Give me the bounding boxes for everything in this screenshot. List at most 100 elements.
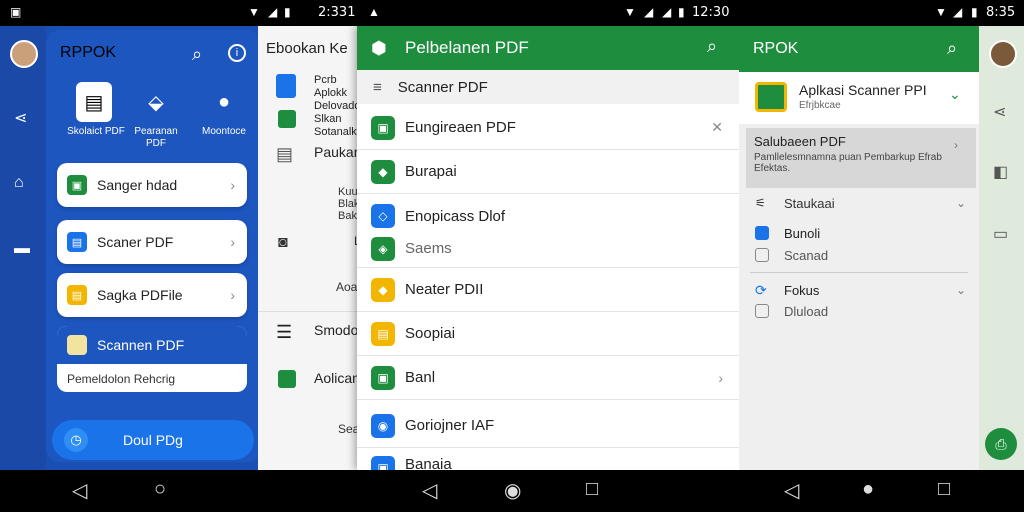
selected-item[interactable]: Scannen PDF (57, 326, 247, 364)
notification-icon: ▣ (10, 5, 22, 19)
drawer-row[interactable]: ◉ Goriojner IAF (357, 404, 739, 448)
doc-icon: ▤ (276, 144, 294, 164)
chevron-down-icon[interactable]: ⌄ (956, 196, 966, 210)
chevron-down-icon[interactable]: ⌄ (956, 283, 966, 297)
home-icon[interactable]: ○ (154, 478, 166, 501)
recents-icon[interactable]: □ (938, 478, 950, 501)
back-icon[interactable]: ◁ (72, 478, 87, 503)
list-icon: ☰ (276, 322, 293, 342)
home-icon[interactable]: ◉ (504, 478, 521, 503)
search-icon[interactable]: ⌕ (707, 36, 717, 57)
divider (258, 311, 368, 312)
drawer-row[interactable]: ◈ Saems (357, 230, 739, 268)
status-bar: ▣ ▼ ◢ ▮ 2:331 ▲ ▼ ◢ ◢ ▮ 12:30 ▼ ◢ ▮ 8:35 (0, 0, 1024, 26)
signal-icon: ◢ (268, 5, 278, 19)
drawer-row[interactable]: ▣ Banl › (357, 356, 739, 400)
panel-background-list: Ebookan Ke Pcrb Aplokk Delovadoo Slkan S… (258, 26, 368, 470)
battery-icon: ▮ (971, 5, 978, 19)
close-icon[interactable]: ✕ (711, 119, 723, 136)
right-header: RPOK ⌕ (739, 26, 979, 72)
recents-icon[interactable]: □ (586, 478, 598, 501)
pdf-file-icon: ◆ (371, 277, 395, 302)
share-icon[interactable]: ⋖ (993, 102, 1006, 122)
avatar[interactable] (989, 40, 1017, 68)
wifi-icon: ▼ (935, 5, 947, 19)
right-rail: ⋖ ◧ ▭ ⎙ (979, 26, 1024, 470)
pdf-file-icon: ▣ (67, 175, 87, 195)
section-title[interactable]: Fokus (784, 283, 819, 298)
wifi-icon: ▼ (624, 5, 636, 19)
pdf-file-icon: ▤ (67, 285, 87, 305)
navigation-bar: ◁ ○ ◁ ◉ □ ◁ ● □ (0, 470, 1024, 512)
timer-icon: ◷ (64, 428, 88, 452)
info-icon[interactable]: i (228, 44, 246, 62)
selected-item-card[interactable]: Scannen PDF Pemeldolon Rehcrig (57, 326, 247, 392)
divider (750, 272, 968, 273)
chevron-down-icon[interactable]: ⌄ (949, 86, 961, 103)
chevron-right-icon: › (230, 177, 235, 193)
share-icon[interactable]: ⋖ (14, 108, 27, 128)
signal-icon: ◢ (644, 5, 654, 19)
scan-icon: ◉ (371, 413, 395, 438)
document-icon: ▤ (371, 321, 395, 346)
folder-icon[interactable]: ▭ (993, 224, 1008, 244)
back-icon[interactable]: ◁ (784, 478, 799, 503)
scan-shape-icon: ⬙ (148, 91, 164, 114)
app-title: RPPOK (60, 44, 117, 61)
signal-icon: ◢ (953, 5, 963, 19)
status-time-mid: 12:30 (692, 5, 730, 20)
folder-icon[interactable]: ▬ (14, 240, 30, 258)
status-time-left: 2:331 (318, 5, 356, 20)
drawer-row[interactable]: ▤ Soopiai (357, 312, 739, 356)
app-icon (755, 82, 787, 112)
pdf-file-icon: ▣ (371, 365, 395, 390)
app-icon (755, 304, 769, 318)
search-icon[interactable]: ⌕ (947, 38, 957, 59)
pdf-file-icon: ◈ (371, 236, 395, 261)
drawer-row[interactable]: ▣ Banaia (357, 450, 739, 470)
list-item[interactable]: ▣ Sanger hdad › (57, 163, 247, 207)
list-item[interactable]: ▤ Sagka PDFile › (57, 273, 247, 317)
list-item[interactable]: ▤ Scaner PDF › (57, 220, 247, 264)
chevron-right-icon: › (230, 234, 235, 250)
selected-item-sublabel: Pemeldolon Rehcrig (67, 372, 176, 386)
app-info-card[interactable]: Aplkasi Scanner PPI Efrjbkcae ⌄ (739, 72, 979, 124)
pdf-file-icon: ▣ (371, 456, 395, 470)
home-icon[interactable]: ⌂ (14, 174, 24, 192)
home-icon[interactable]: ● (862, 478, 874, 501)
pdf-file-icon: ▤ (67, 232, 87, 252)
avatar[interactable] (10, 40, 38, 68)
drawer-subheader[interactable]: ≡ Scanner PDF (357, 70, 739, 104)
tile-moontoce[interactable]: ● Moontoce (194, 82, 254, 138)
fab-button[interactable]: ⎙ (985, 428, 1017, 460)
notification-icon: ▲ (368, 5, 380, 19)
pdf-file-icon (67, 335, 87, 355)
tile-pearanan-pdf[interactable]: ⬙ Pearanan PDF (126, 82, 186, 150)
scan-icon: ◙ (278, 234, 288, 251)
drawer-row[interactable]: ◆ Burapai (357, 150, 739, 194)
chevron-right-icon: › (718, 369, 723, 386)
sliders-icon: ⚟ (755, 196, 766, 210)
chat-icon[interactable]: ◧ (993, 162, 1008, 182)
primary-action-button[interactable]: ◷ Doul PDg (52, 420, 254, 460)
menu-icon: ≡ (373, 78, 382, 96)
refresh-icon: ⟳ (755, 282, 767, 298)
drawer-row[interactable]: ▣ Eungireaen PDF ✕ (357, 106, 739, 150)
app-icon (755, 248, 769, 262)
search-icon[interactable]: ⌕ (192, 44, 202, 65)
drawer-row[interactable]: ◆ Neater PDII (357, 268, 739, 312)
wifi-icon: ▼ (248, 5, 260, 19)
right-title: RPOK (753, 40, 799, 57)
document-icon: ▤ (76, 82, 112, 122)
scan-icon: ◇ (371, 204, 395, 228)
tile-scan-pdf[interactable]: ▤ Skolaict PDF (66, 82, 126, 138)
drawer-title: Pelbelanen PDF (405, 38, 529, 57)
back-icon[interactable]: ◁ (422, 478, 437, 503)
doc-icon (276, 74, 296, 98)
section-title[interactable]: Staukaai (784, 196, 835, 211)
side-rail: ⋖ ⌂ ▬ (0, 26, 46, 470)
app-logo-icon: ⬢ (371, 38, 387, 58)
highlight-card[interactable]: Salubaeen PDF Pamllelesmnamna puan Pemba… (746, 128, 976, 188)
chat-bubble-icon: ● (217, 90, 231, 113)
doc-icon (278, 370, 296, 388)
